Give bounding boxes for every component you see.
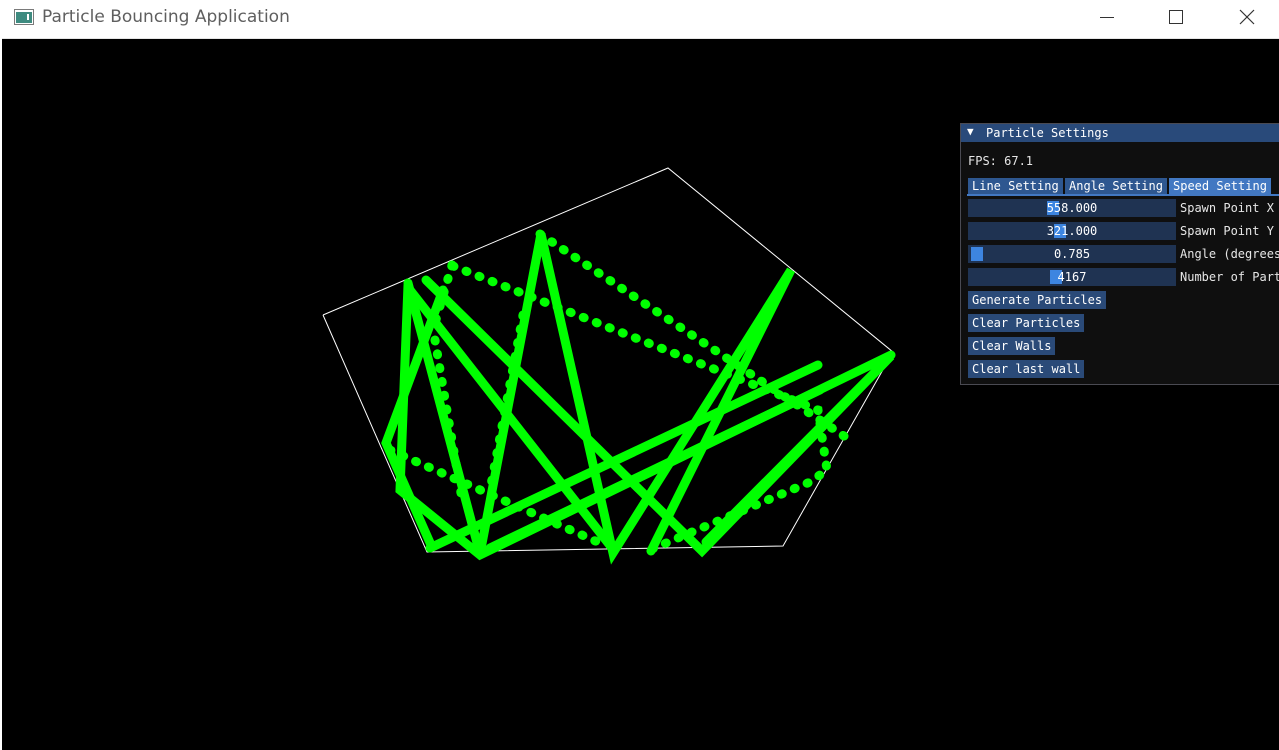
particle-count-value: 4167 xyxy=(1057,270,1087,284)
spawn-x-slider[interactable]: 558.000 xyxy=(968,199,1176,217)
spawn-y-value: 321.000 xyxy=(1046,224,1098,238)
close-button[interactable] xyxy=(1212,0,1279,34)
spawn-y-label: Spawn Point Y xyxy=(1180,224,1274,238)
close-icon xyxy=(1239,9,1255,25)
generate-particles-button[interactable]: Generate Particles xyxy=(968,291,1107,309)
window-titlebar[interactable]: Particle Bouncing Application xyxy=(0,0,1279,39)
angle-value: 0.785 xyxy=(1053,247,1091,261)
maximize-button[interactable] xyxy=(1141,0,1211,34)
collapse-arrow-icon[interactable]: ▼ xyxy=(967,125,974,138)
tab-line-setting[interactable]: Line Setting xyxy=(968,178,1063,195)
particle-trail xyxy=(403,233,796,565)
minimize-icon xyxy=(1100,17,1114,18)
tab-underline xyxy=(967,194,1279,196)
app-icon xyxy=(14,9,34,25)
angle-label: Angle (degrees xyxy=(1180,247,1279,261)
clear-last-wall-button[interactable]: Clear last wall xyxy=(968,360,1085,378)
window-title: Particle Bouncing Application xyxy=(42,7,290,27)
tab-speed-setting[interactable]: Speed Setting xyxy=(1169,178,1271,195)
panel-header[interactable]: ▼ Particle Settings xyxy=(961,124,1279,142)
particle-trail xyxy=(421,275,895,558)
particle-count-slider[interactable]: 4167 xyxy=(968,268,1176,286)
particle-trail xyxy=(485,385,825,553)
spawn-x-value: 558.000 xyxy=(1046,201,1098,215)
clear-particles-button[interactable]: Clear Particles xyxy=(968,314,1085,332)
spawn-y-slider[interactable]: 321.000 xyxy=(968,222,1176,240)
clear-walls-button[interactable]: Clear Walls xyxy=(968,337,1056,355)
angle-slider[interactable]: 0.785 xyxy=(968,245,1176,263)
spawn-x-label: Spawn Point X xyxy=(1180,201,1274,215)
particle-trails xyxy=(381,229,896,565)
fps-readout: FPS: 67.1 xyxy=(968,154,1034,168)
panel-title: Particle Settings xyxy=(986,126,1109,140)
minimize-button[interactable] xyxy=(1072,0,1142,34)
particle-settings-panel[interactable]: ▼ Particle Settings FPS: 67.1 Line Setti… xyxy=(960,123,1279,385)
maximize-icon xyxy=(1169,10,1183,24)
particle-count-label: Number of Part xyxy=(1180,270,1279,284)
tab-angle-setting[interactable]: Angle Setting xyxy=(1065,178,1167,195)
simulation-canvas[interactable]: ▼ Particle Settings FPS: 67.1 Line Setti… xyxy=(2,39,1279,750)
